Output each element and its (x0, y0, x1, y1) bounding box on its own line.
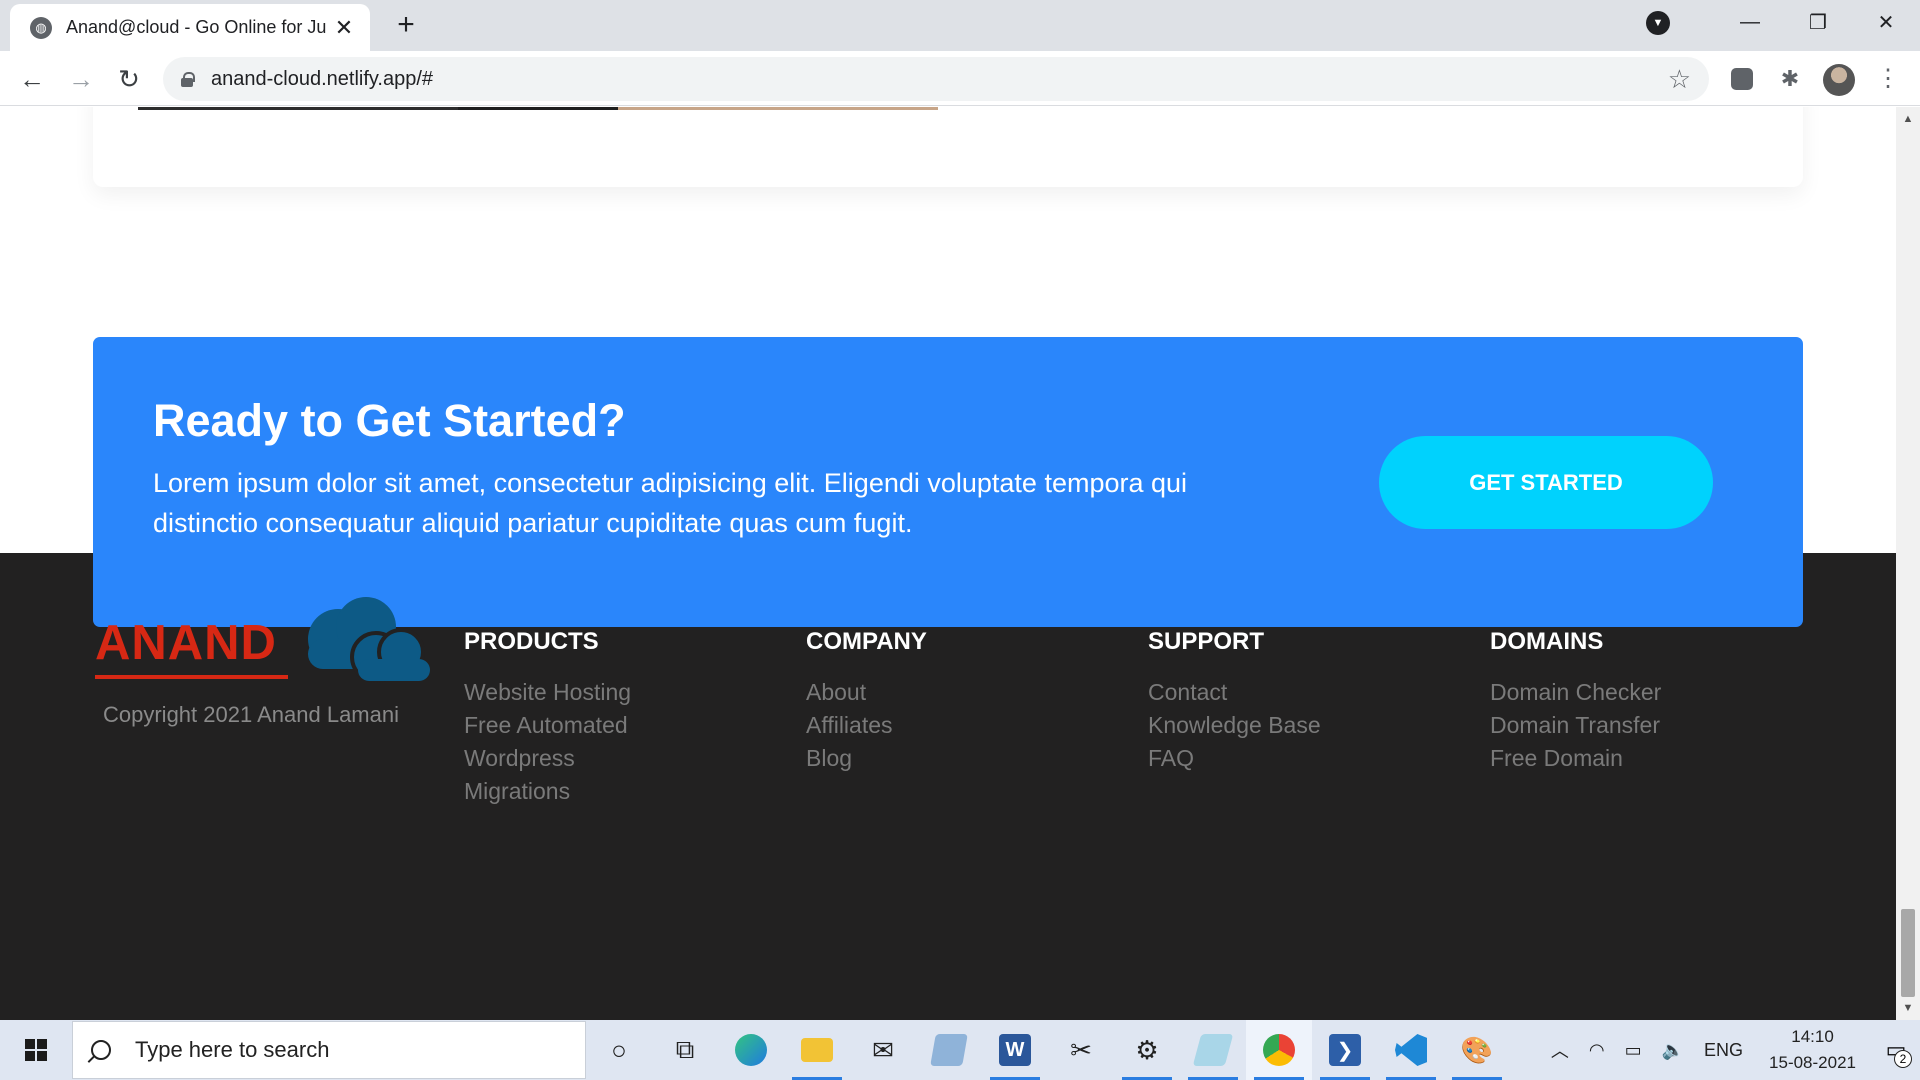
cortana-icon[interactable]: ○ (586, 1020, 652, 1080)
footer-logo[interactable]: ANAND Copyright 2021 Anand Lamani (93, 597, 438, 730)
footer-link[interactable]: Affiliates (806, 709, 927, 742)
clock-time: 14:10 (1791, 1027, 1834, 1046)
footer-link[interactable]: Domain Transfer (1490, 709, 1661, 742)
footer-column-domains: DOMAINS Domain Checker Domain Transfer F… (1490, 628, 1661, 775)
start-button[interactable] (0, 1020, 72, 1080)
edge-icon[interactable] (718, 1020, 784, 1080)
scroll-down-arrow-icon[interactable]: ▼ (1896, 998, 1920, 1018)
browser-menu-icon[interactable]: ⋮ (1872, 63, 1904, 95)
puzzle-icon[interactable]: ✱ (1774, 63, 1806, 95)
cta-banner: Ready to Get Started? Lorem ipsum dolor … (93, 337, 1803, 627)
task-view-icon[interactable]: ⧉ (652, 1020, 718, 1080)
windows-logo-icon (25, 1039, 47, 1061)
footer-link[interactable]: Contact (1148, 676, 1321, 709)
chrome-icon[interactable] (1246, 1020, 1312, 1080)
app-icon[interactable] (916, 1020, 982, 1080)
language-indicator[interactable]: ENG (1694, 1040, 1753, 1061)
scroll-thumb[interactable] (1901, 909, 1915, 997)
powershell-icon[interactable]: ❯ (1312, 1020, 1378, 1080)
close-window-button[interactable]: ✕ (1852, 0, 1920, 45)
reload-button[interactable]: ↻ (111, 61, 147, 97)
content-card (93, 107, 1803, 187)
notification-center-icon[interactable]: ▭ 2 (1872, 1020, 1920, 1080)
minimize-button[interactable]: — (1716, 0, 1784, 45)
notification-count-badge: 2 (1894, 1050, 1912, 1068)
footer-link[interactable]: Wordpress (464, 742, 631, 775)
page-scrollbar[interactable]: ▲ ▼ (1896, 107, 1920, 1020)
new-tab-button[interactable]: + (390, 10, 422, 42)
cta-description: Lorem ipsum dolor sit amet, consectetur … (153, 468, 1188, 538)
system-tray: ︿ ◠ ▭ 🔈 ENG 14:10 15-08-2021 ▭ 2 (1541, 1020, 1920, 1080)
column-heading: COMPANY (806, 628, 927, 655)
browser-toolbar: ← → ↻ anand-cloud.netlify.app/# ☆ ✱ ⋮ (0, 51, 1920, 106)
footer-link[interactable]: Website Hosting (464, 676, 631, 709)
tab-title: Anand@cloud - Go Online for Ju (66, 17, 327, 37)
clock-date: 15-08-2021 (1769, 1053, 1856, 1072)
search-placeholder: Type here to search (135, 1037, 330, 1062)
clock[interactable]: 14:10 15-08-2021 (1753, 1024, 1872, 1076)
page-viewport: Ready to Get Started? Lorem ipsum dolor … (0, 107, 1896, 1020)
search-icon (91, 1040, 111, 1060)
notepad-icon[interactable] (1180, 1020, 1246, 1080)
address-bar[interactable]: anand-cloud.netlify.app/# ☆ (163, 57, 1709, 101)
brand-name: ANAND (95, 616, 277, 670)
scroll-up-arrow-icon[interactable]: ▲ (1896, 109, 1920, 129)
window-controls: ▼ — ❐ ✕ (1646, 0, 1920, 45)
windows-taskbar: Type here to search ○ ⧉ ✉ W ✂ ⚙ ❯ 🎨 ︿ ◠ … (0, 1020, 1920, 1080)
close-tab-icon[interactable]: ✕ (332, 15, 356, 41)
battery-icon[interactable]: ▭ (1615, 1040, 1652, 1061)
get-started-button[interactable]: GET STARTED (1379, 436, 1713, 529)
brand-underline (95, 675, 288, 679)
restore-button[interactable]: ❐ (1784, 0, 1852, 45)
show-hidden-icons-chevron-icon[interactable]: ︿ (1541, 1037, 1579, 1063)
paint-icon[interactable]: 🎨 (1444, 1020, 1510, 1080)
mail-icon[interactable]: ✉ (850, 1020, 916, 1080)
column-heading: SUPPORT (1148, 628, 1265, 655)
cloud-icon (308, 597, 430, 683)
footer-link[interactable]: Free Domain (1490, 742, 1661, 775)
column-heading: DOMAINS (1490, 628, 1604, 655)
browser-tab[interactable]: ◍ Anand@cloud - Go Online for Ju ✕ (10, 4, 370, 51)
footer-link[interactable]: Migrations (464, 775, 631, 808)
extension-icon[interactable] (1726, 63, 1758, 95)
globe-icon: ◍ (30, 16, 52, 39)
file-explorer-icon[interactable] (784, 1020, 850, 1080)
back-button[interactable]: ← (14, 61, 50, 97)
footer-link[interactable]: FAQ (1148, 742, 1321, 775)
volume-icon[interactable]: 🔈 (1652, 1040, 1694, 1061)
footer-column-company: COMPANY About Affiliates Blog (806, 628, 927, 775)
footer-link[interactable]: About (806, 676, 927, 709)
footer-link[interactable]: Knowledge Base (1148, 709, 1321, 742)
copyright-text: Copyright 2021 Anand Lamani (103, 702, 399, 727)
tab-search-icon[interactable]: ▼ (1646, 10, 1670, 35)
footer-link[interactable]: Free Automated (464, 709, 631, 742)
url-text[interactable]: anand-cloud.netlify.app/# (211, 68, 1668, 91)
browser-tabstrip: ◍ Anand@cloud - Go Online for Ju ✕ + ▼ —… (0, 0, 1920, 51)
cta-title: Ready to Get Started? (153, 395, 626, 446)
footer-link[interactable]: Blog (806, 742, 927, 775)
card-image (138, 107, 938, 110)
settings-gear-icon[interactable]: ⚙ (1114, 1020, 1180, 1080)
snipping-tool-icon[interactable]: ✂ (1048, 1020, 1114, 1080)
forward-button[interactable]: → (63, 61, 99, 97)
footer-column-products: PRODUCTS Website Hosting Free Automated … (464, 628, 631, 808)
word-icon[interactable]: W (982, 1020, 1048, 1080)
footer-link[interactable]: Domain Checker (1490, 676, 1661, 709)
column-heading: PRODUCTS (464, 628, 599, 655)
bookmark-star-icon[interactable]: ☆ (1668, 64, 1691, 95)
profile-avatar[interactable] (1823, 64, 1855, 96)
vscode-icon[interactable] (1378, 1020, 1444, 1080)
footer-column-support: SUPPORT Contact Knowledge Base FAQ (1148, 628, 1321, 775)
lock-icon[interactable] (181, 71, 195, 87)
taskbar-search[interactable]: Type here to search (72, 1021, 586, 1079)
network-icon[interactable]: ◠ (1579, 1040, 1615, 1061)
